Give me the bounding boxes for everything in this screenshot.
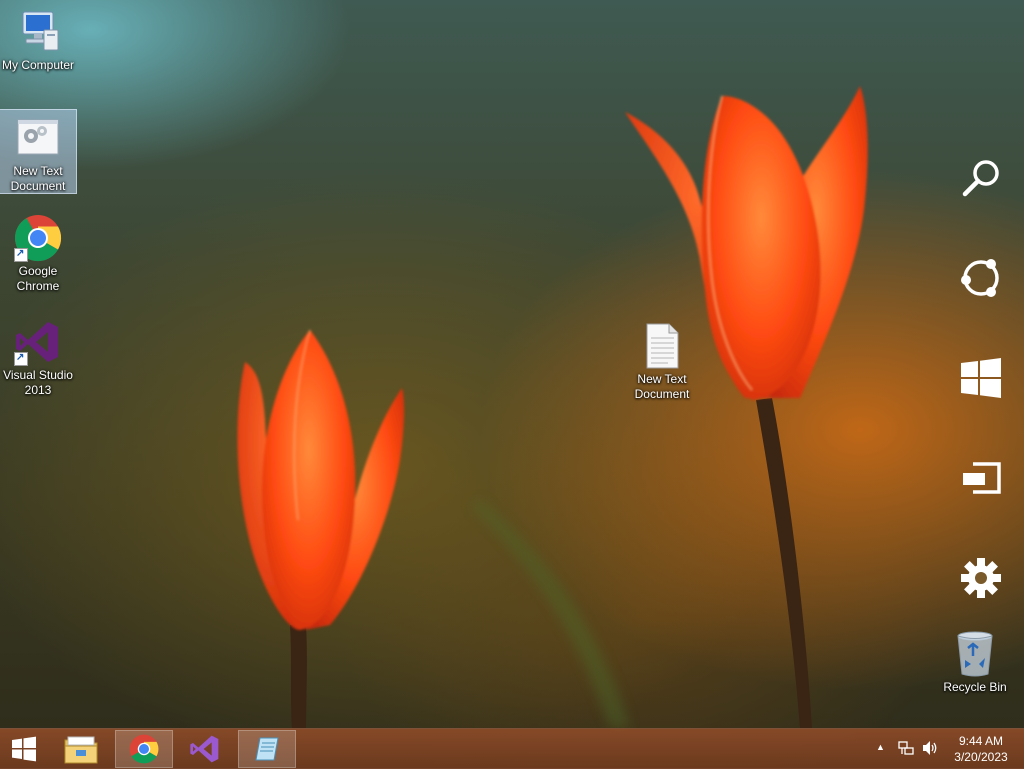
desktop-icon-new-text-document-selected[interactable]: New Text Document [0, 109, 77, 194]
settings-document-icon [14, 114, 62, 162]
windows-start-icon [12, 736, 36, 762]
charm-devices[interactable] [954, 451, 1008, 505]
volume-icon[interactable] [921, 740, 939, 759]
charm-search[interactable] [954, 151, 1008, 205]
charm-share[interactable] [954, 251, 1008, 305]
desktop-icon-label: My Computer [1, 58, 75, 72]
desktop-icon-recycle-bin[interactable]: Recycle Bin [937, 630, 1013, 695]
shortcut-arrow-icon [14, 246, 28, 262]
start-button[interactable] [0, 730, 53, 768]
text-document-icon [638, 322, 686, 370]
taskbar-google-chrome[interactable] [115, 730, 173, 768]
start-icon [961, 358, 1001, 398]
tulip-wallpaper-art [237, 86, 868, 728]
visual-studio-icon [190, 735, 219, 763]
charm-settings[interactable] [954, 551, 1008, 605]
network-icon[interactable] [898, 740, 914, 759]
clock-date: 3/20/2023 [954, 750, 1008, 764]
notepad-icon [255, 737, 279, 761]
devices-icon [963, 462, 1001, 494]
taskbar: ▲ 9:44 AM 3/20/2023 [0, 728, 1024, 769]
computer-icon [14, 8, 62, 56]
desktop-icon-my-computer[interactable]: My Computer [0, 8, 76, 73]
desktop-icon-label: New Text Document [10, 164, 66, 193]
charm-start[interactable] [954, 351, 1008, 405]
desktop-icon-visual-studio-2013[interactable]: Visual Studio 2013 [0, 318, 76, 398]
desktop-icon-label: Recycle Bin [943, 680, 1007, 694]
taskbar-visual-studio[interactable] [176, 730, 234, 768]
desktop-wallpaper [0, 0, 1024, 768]
chrome-icon [14, 214, 62, 262]
taskbar-file-explorer[interactable] [52, 730, 110, 768]
desktop-icon-new-text-document[interactable]: New Text Document [624, 322, 700, 402]
desktop-icon-label: Visual Studio 2013 [3, 368, 73, 397]
settings-icon [961, 558, 1001, 598]
clock-time: 9:44 AM [958, 734, 1004, 748]
show-hidden-icons-button[interactable]: ▲ [876, 742, 885, 752]
taskbar-notepad[interactable] [238, 730, 296, 768]
share-icon [961, 259, 999, 297]
desktop-icon-label: New Text Document [634, 372, 690, 401]
visual-studio-icon [14, 318, 62, 366]
file-explorer-icon [64, 736, 98, 764]
search-icon [962, 160, 999, 197]
desktop-icon-google-chrome[interactable]: Google Chrome [0, 214, 76, 294]
recycle-bin-icon [951, 630, 999, 678]
desktop-icon-label: Google Chrome [16, 264, 60, 293]
shortcut-arrow-icon [14, 350, 28, 366]
chrome-icon [129, 734, 159, 764]
taskbar-clock[interactable]: 9:44 AM 3/20/2023 [946, 733, 1016, 765]
